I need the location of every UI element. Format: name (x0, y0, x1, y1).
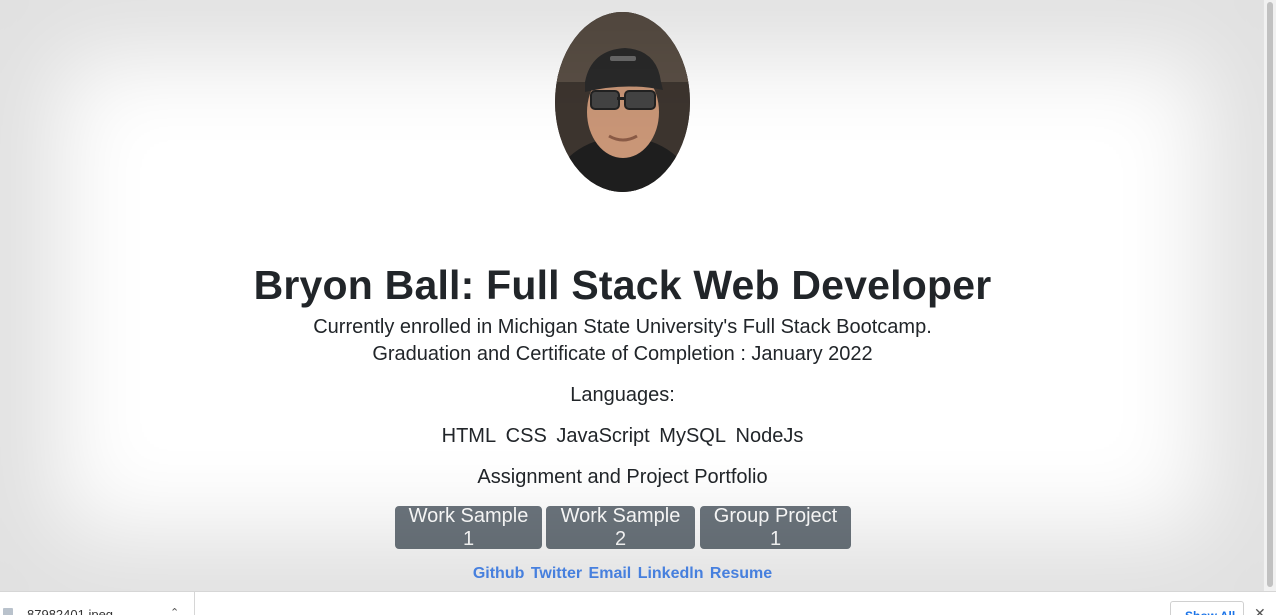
group-project-1-button[interactable]: Group Project 1 (700, 505, 851, 550)
intro-enrollment: Currently enrolled in Michigan State Uni… (313, 316, 932, 338)
profile-photo-image (555, 12, 690, 192)
language-html: HTML (441, 425, 497, 447)
show-all-button[interactable]: Show All (1170, 601, 1244, 615)
languages-heading: Languages: (570, 384, 675, 406)
resume-link[interactable]: Resume (710, 565, 772, 582)
work-sample-1-button[interactable]: Work Sample 1 (395, 505, 542, 550)
github-link[interactable]: Github (473, 565, 525, 582)
chevron-up-icon[interactable]: ⌃ (170, 606, 179, 615)
language-nodejs: NodeJs (735, 425, 804, 447)
email-link[interactable]: Email (589, 565, 632, 582)
close-icon[interactable]: ✕ (1254, 605, 1266, 615)
intro-graduation: Graduation and Certificate of Completion… (372, 343, 873, 365)
download-file-name: 87982401.jpeg (27, 607, 114, 615)
download-bar: 87982401.jpeg ⌃ Show All ✕ (0, 591, 1276, 615)
language-mysql: MySQL (659, 425, 726, 447)
profile-photo (555, 12, 690, 192)
social-links: Github Twitter Email Linkedln Resume (0, 565, 1245, 583)
linkedin-link[interactable]: Linkedln (638, 565, 704, 582)
page-title: Bryon Ball: Full Stack Web Developer (253, 262, 992, 308)
scrollbar-thumb[interactable] (1267, 2, 1273, 587)
page-viewport: Bryon Ball: Full Stack Web Developer Cur… (0, 0, 1263, 591)
portfolio-heading: Assignment and Project Portfolio (477, 466, 768, 488)
download-item[interactable]: 87982401.jpeg ⌃ (0, 592, 195, 615)
work-sample-2-button[interactable]: Work Sample 2 (546, 505, 695, 550)
file-icon (3, 608, 13, 615)
language-css: CSS (505, 425, 547, 447)
vertical-scrollbar[interactable] (1263, 0, 1276, 591)
twitter-link[interactable]: Twitter (531, 565, 582, 582)
language-javascript: JavaScript (556, 425, 650, 447)
languages-list: HTML CSS JavaScript MySQL NodeJs (0, 425, 1245, 448)
